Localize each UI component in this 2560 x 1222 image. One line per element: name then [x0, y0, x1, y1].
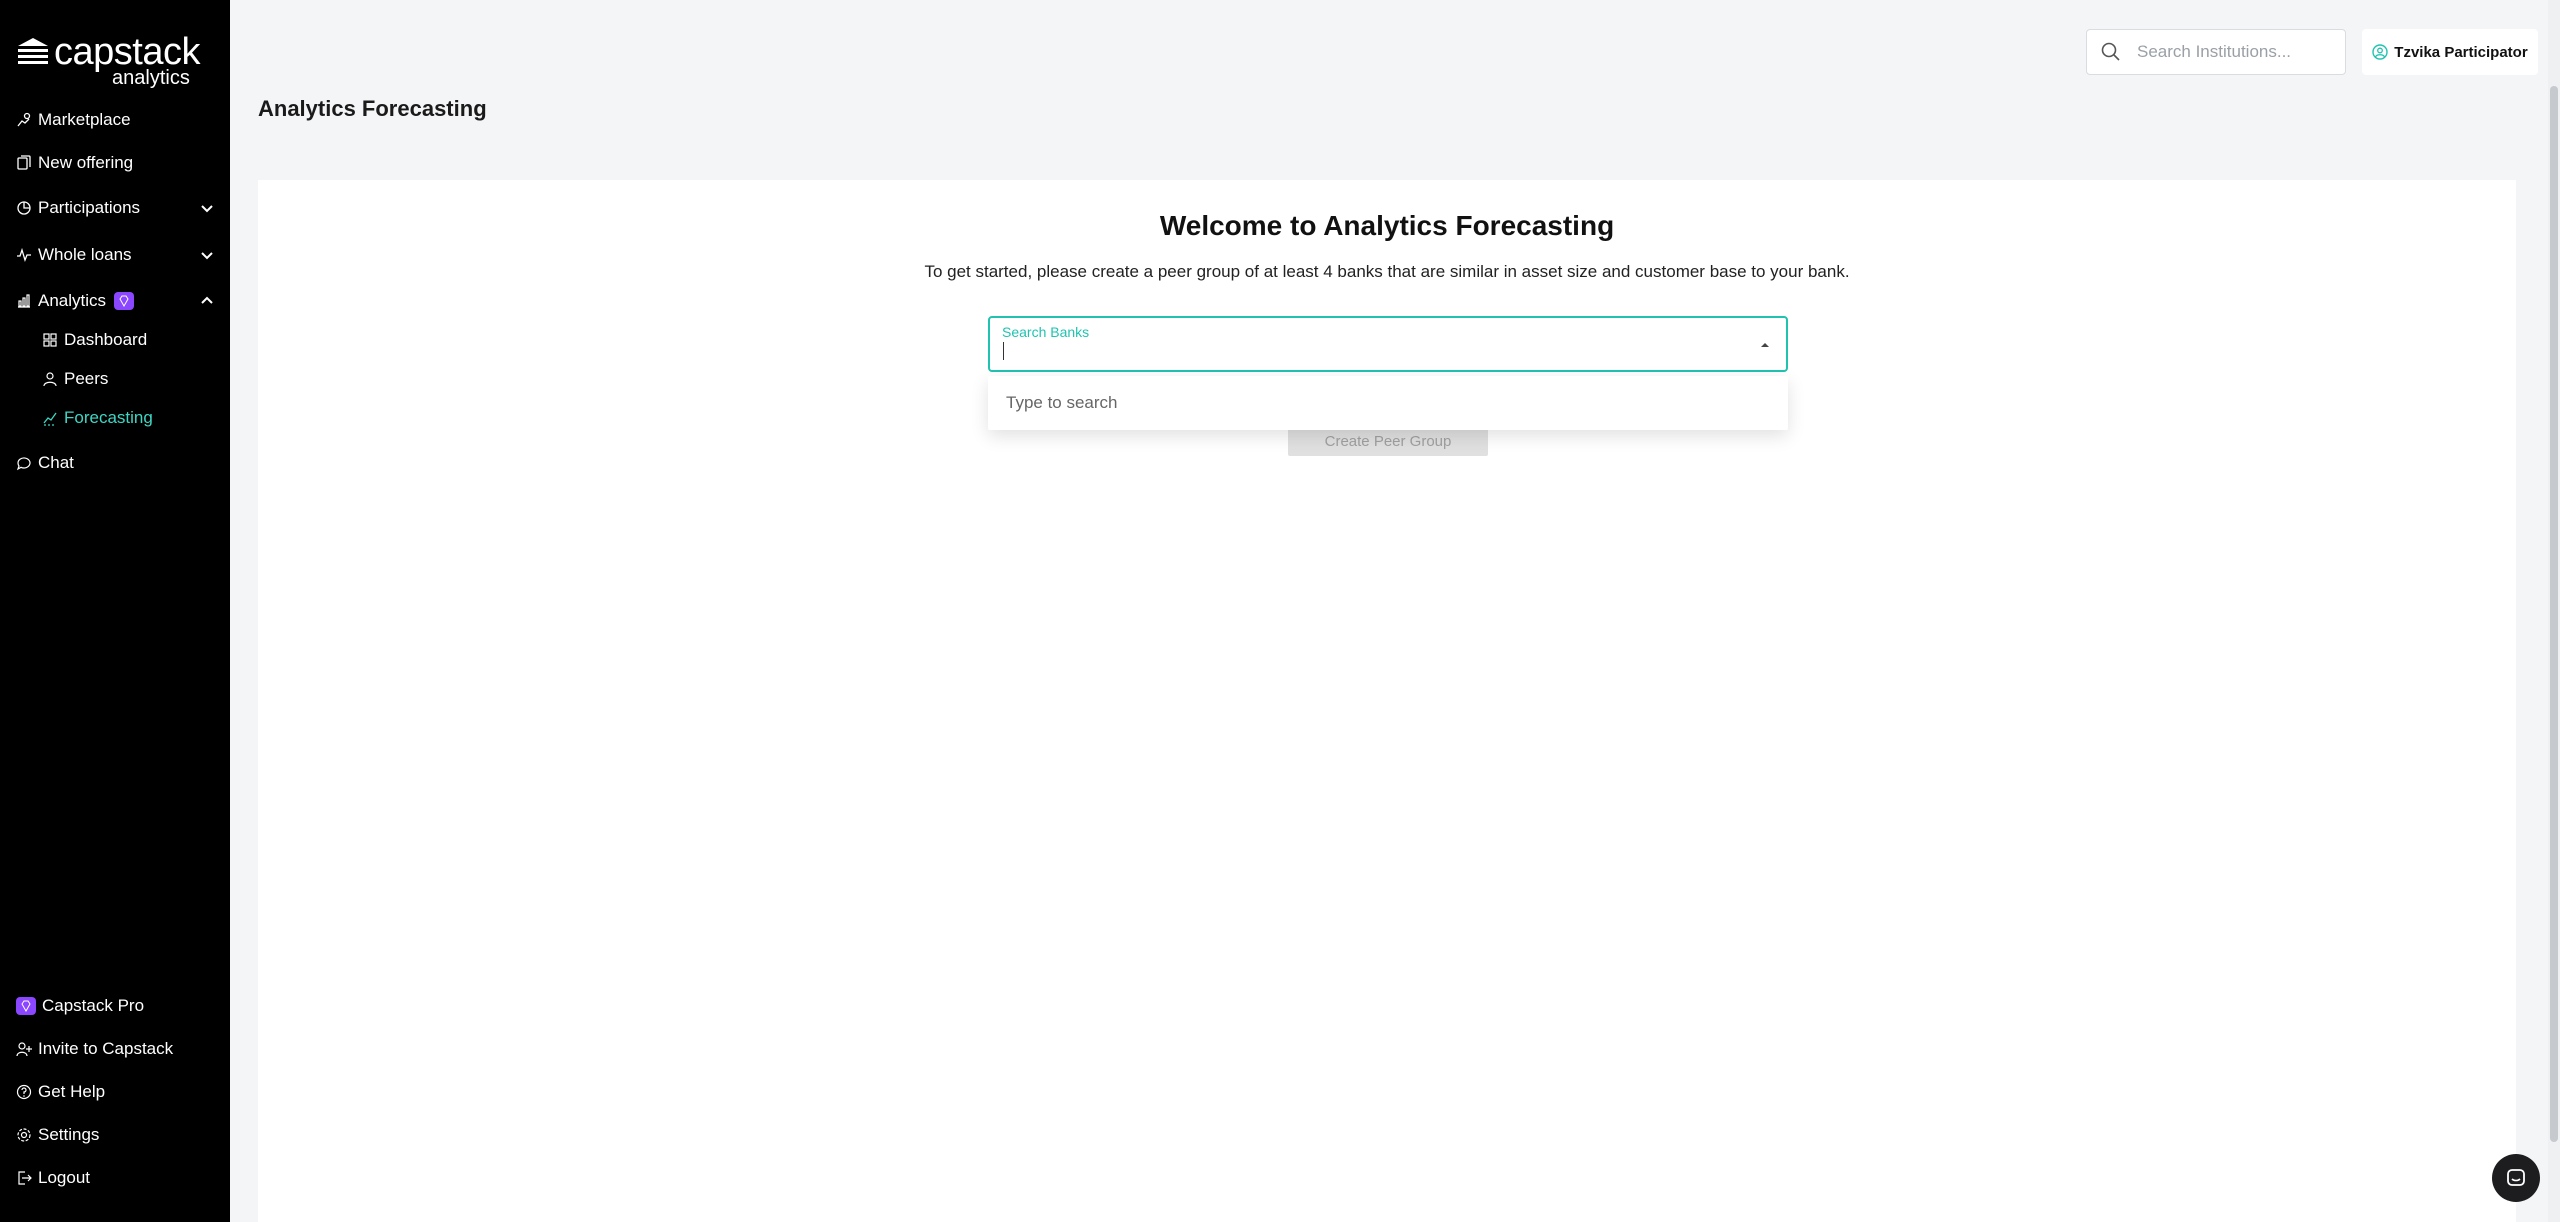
- sidebar-item-whole-loans[interactable]: Whole loans: [16, 238, 216, 272]
- institution-search[interactable]: [2086, 29, 2346, 75]
- sidebar-item-label: Get Help: [38, 1082, 106, 1101]
- pro-badge-icon: [114, 292, 135, 310]
- gear-icon: [16, 1127, 32, 1143]
- new-offering-icon: [16, 155, 32, 171]
- chevron-down-icon[interactable]: [198, 199, 216, 217]
- trend-icon: [42, 410, 58, 426]
- brand-sub: analytics: [112, 67, 190, 89]
- sidebar-item-peers[interactable]: Peers: [42, 362, 212, 396]
- sidebar-item-logout[interactable]: Logout: [16, 1161, 216, 1195]
- chevron-up-icon[interactable]: [198, 292, 216, 310]
- bank-search-dropdown: Type to search: [988, 376, 1788, 430]
- chat-bubble-icon: [16, 455, 32, 471]
- sidebar-item-label: Logout: [38, 1168, 90, 1187]
- sidebar-item-invite[interactable]: Invite to Capstack: [16, 1032, 216, 1066]
- sidebar-item-label: Invite to Capstack: [38, 1039, 174, 1058]
- chevron-down-icon[interactable]: [198, 246, 216, 264]
- scrollbar-thumb[interactable]: [2550, 86, 2558, 1142]
- sidebar-item-settings[interactable]: Settings: [16, 1118, 216, 1152]
- sidebar-item-label: Whole loans: [38, 245, 132, 264]
- sidebar-item-forecasting[interactable]: Forecasting: [42, 401, 212, 435]
- user-circle-icon: [2372, 44, 2388, 60]
- whole-loans-icon: [16, 247, 32, 263]
- sidebar-item-analytics[interactable]: Analytics: [16, 284, 216, 318]
- sidebar-item-label: Dashboard: [64, 330, 148, 349]
- sidebar-item-label: Forecasting: [64, 408, 153, 427]
- sidebar-item-chat[interactable]: Chat: [16, 446, 216, 480]
- marketplace-icon: [16, 112, 32, 128]
- chat-launcher-icon: [2507, 1169, 2525, 1186]
- sidebar: capstack analytics Marketplace New offer…: [0, 0, 230, 1222]
- bar-chart-icon: [16, 293, 32, 309]
- help-icon: [16, 1084, 32, 1100]
- logout-icon: [16, 1170, 32, 1186]
- pro-icon: [16, 997, 36, 1015]
- invite-icon: [16, 1041, 32, 1057]
- sidebar-item-dashboard[interactable]: Dashboard: [42, 323, 212, 357]
- capstack-logo-icon: [18, 38, 48, 64]
- forecasting-card: Welcome to Analytics Forecasting To get …: [258, 180, 2516, 1222]
- sidebar-item-label: Capstack Pro: [42, 996, 145, 1015]
- page-title: Analytics Forecasting: [258, 96, 487, 121]
- dropdown-hint: Type to search: [1006, 393, 1118, 412]
- search-icon: [2101, 42, 2120, 61]
- sidebar-item-new-offering[interactable]: New offering: [16, 146, 216, 180]
- welcome-heading: Welcome to Analytics Forecasting: [1159, 210, 1615, 241]
- intro-text: To get started, please create a peer gro…: [924, 262, 1850, 281]
- sidebar-item-capstack-pro[interactable]: Capstack Pro: [16, 989, 216, 1023]
- dropdown-arrow-up-icon[interactable]: [1758, 338, 1772, 352]
- capstack-logo[interactable]: capstack analytics: [16, 30, 200, 89]
- pie-chart-icon: [16, 200, 32, 216]
- sidebar-item-label: Participations: [38, 198, 141, 217]
- sidebar-item-label: New offering: [38, 153, 134, 172]
- person-icon: [42, 371, 58, 387]
- sidebar-item-marketplace[interactable]: Marketplace: [16, 103, 216, 137]
- text-cursor: [1003, 342, 1004, 360]
- sidebar-item-label: Marketplace: [38, 110, 131, 129]
- sidebar-item-label: Settings: [38, 1125, 100, 1144]
- sidebar-item-participations[interactable]: Participations: [16, 191, 216, 225]
- dashboard-icon: [42, 332, 58, 348]
- chat-launcher-button[interactable]: [2492, 1154, 2540, 1202]
- search-banks-label: Search Banks: [1002, 324, 1090, 340]
- sidebar-item-get-help[interactable]: Get Help: [16, 1075, 216, 1109]
- search-banks-field[interactable]: Search Banks: [988, 316, 1788, 372]
- sidebar-item-label: Peers: [64, 369, 109, 388]
- page-scrollbar[interactable]: [2548, 0, 2560, 1222]
- user-name: Tzvika Participator: [2394, 43, 2528, 61]
- user-menu-button[interactable]: Tzvika Participator: [2362, 29, 2538, 75]
- sidebar-item-label: Analytics: [38, 291, 107, 310]
- sidebar-item-label: Chat: [38, 453, 74, 472]
- institution-search-input[interactable]: [2137, 42, 2327, 62]
